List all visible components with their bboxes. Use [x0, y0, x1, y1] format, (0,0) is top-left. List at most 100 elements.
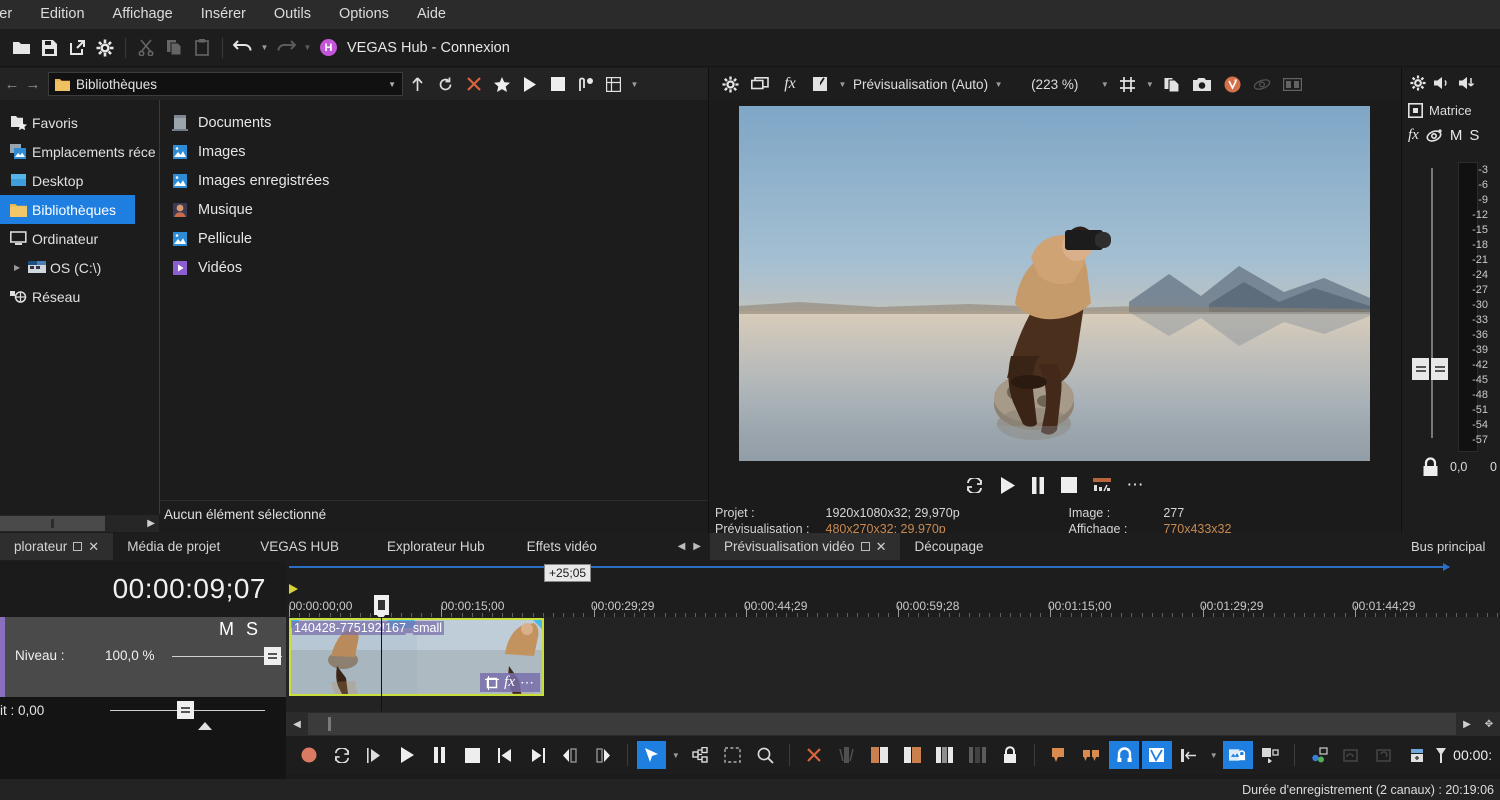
menu-item-options[interactable]: Options	[325, 0, 403, 29]
stop-icon[interactable]	[1060, 477, 1077, 493]
tree-item-favoris[interactable]: Favoris	[0, 108, 159, 137]
go-to-end-button[interactable]	[523, 741, 553, 769]
tab-effets-video[interactable]: Effets vidéo	[507, 533, 617, 560]
tab-scroll-right-icon[interactable]: ▶	[693, 541, 701, 552]
tab-explorateur[interactable]: plorateur ✕	[0, 533, 114, 560]
preview-stop-icon[interactable]	[544, 71, 571, 97]
clip-action-badge[interactable]: fx ⋯	[480, 673, 540, 692]
zoom-fit-icon[interactable]: ✥	[1478, 713, 1500, 735]
up-one-level-icon[interactable]	[404, 71, 431, 97]
pause-icon[interactable]	[1031, 476, 1045, 494]
menu-item-aide[interactable]: Aide	[403, 0, 460, 29]
normal-edit-tool-button[interactable]	[636, 741, 667, 769]
previous-frame-button[interactable]	[555, 741, 585, 769]
redo-icon[interactable]	[273, 35, 299, 61]
new-project-icon[interactable]	[8, 35, 34, 61]
undo-timeline-button[interactable]	[1337, 741, 1367, 769]
timecode-display[interactable]: 00:00:09;07	[0, 561, 286, 617]
snap-to-grid-button[interactable]	[1141, 741, 1172, 769]
close-button[interactable]	[799, 741, 829, 769]
explorer-tree-scrollbar[interactable]: ▶	[0, 515, 159, 532]
tree-item-os-c[interactable]: ▶ OS (C:\)	[0, 253, 159, 282]
menu-item-fichier[interactable]: hier	[0, 0, 26, 29]
vegas-hub-badge[interactable]: H	[320, 39, 337, 56]
open-project-icon[interactable]	[36, 35, 62, 61]
fx-icon[interactable]: fx	[1408, 127, 1419, 144]
copy-snapshot-icon[interactable]	[1158, 71, 1186, 97]
menu-item-edition[interactable]: Edition	[26, 0, 98, 29]
vegas-color-icon[interactable]	[1218, 71, 1246, 97]
tree-item-emplacements-recents[interactable]: Emplacements réce	[0, 137, 159, 166]
lock-events-button[interactable]	[963, 741, 993, 769]
color-match-button[interactable]	[1304, 741, 1334, 769]
matrix-icon[interactable]	[1408, 102, 1423, 118]
vegas-hub-label[interactable]: VEGAS Hub - Connexion	[347, 40, 510, 56]
tree-item-desktop[interactable]: Desktop	[0, 166, 159, 195]
tab-explorateur-hub[interactable]: Explorateur Hub	[365, 533, 507, 560]
selection-range-bar[interactable]	[289, 563, 1450, 571]
track-level-slider-knob[interactable]	[264, 647, 281, 665]
path-dropdown-icon[interactable]: ▼	[388, 80, 396, 89]
refresh-icon[interactable]	[432, 71, 459, 97]
redo-timeline-button[interactable]	[1370, 741, 1400, 769]
lock-fader-icon[interactable]	[1422, 457, 1439, 477]
track-solo-button[interactable]: S	[246, 619, 270, 639]
play-button[interactable]	[392, 741, 422, 769]
ripple-edit-button[interactable]	[897, 741, 927, 769]
grid-overlay-dropdown-icon[interactable]: ▼	[1143, 80, 1156, 89]
chevron-right-icon[interactable]: ▶	[14, 263, 28, 272]
fader-handle-left[interactable]	[1412, 358, 1429, 380]
file-item-musique[interactable]: Musique	[160, 195, 708, 224]
file-item-images-enregistrees[interactable]: Images enregistrées	[160, 166, 708, 195]
menu-item-outils[interactable]: Outils	[260, 0, 325, 29]
routing-icon[interactable]	[1426, 128, 1443, 143]
mute-all-icon[interactable]	[1434, 76, 1451, 90]
project-properties-icon[interactable]	[92, 35, 118, 61]
loop-playback-button[interactable]	[327, 741, 357, 769]
tree-item-ordinateur[interactable]: Ordinateur	[0, 224, 159, 253]
scrollbar-track[interactable]	[308, 713, 1456, 735]
zoom-edit-tool-button[interactable]	[751, 741, 781, 769]
scroll-left-icon[interactable]: ◀	[286, 713, 308, 735]
scrollbar-thumb[interactable]	[0, 516, 105, 531]
crop-icon[interactable]	[485, 675, 500, 690]
preview-quality-label[interactable]: Prévisualisation (Auto)	[853, 77, 988, 92]
file-item-documents[interactable]: Documents	[160, 108, 708, 137]
tab-vegas-hub[interactable]: VEGAS HUB	[234, 533, 365, 560]
timeline-track-area[interactable]: 140428-775192!167_small fx ⋯	[286, 617, 1500, 713]
add-favorite-icon[interactable]	[488, 71, 515, 97]
fx-icon[interactable]: fx	[504, 674, 515, 691]
track-header[interactable]: MS Niveau : 100,0 %	[0, 617, 286, 697]
tab-previsualisation-video[interactable]: Prévisualisation vidéo ✕	[710, 533, 901, 560]
external-monitor-icon[interactable]	[746, 71, 774, 97]
timeline-marker-icon[interactable]	[289, 584, 298, 594]
path-combobox[interactable]: Bibliothèques ▼	[48, 72, 403, 96]
auto-preview-icon[interactable]	[572, 71, 599, 97]
save-snapshot-icon[interactable]	[1188, 71, 1216, 97]
file-item-images[interactable]: Images	[160, 137, 708, 166]
regions-button[interactable]	[1077, 741, 1107, 769]
paste-icon[interactable]	[189, 35, 215, 61]
preview-zoom-dropdown-icon[interactable]: ▼	[1098, 80, 1111, 89]
tree-item-bibliotheques[interactable]: Bibliothèques	[0, 195, 135, 224]
play-from-start-button[interactable]	[359, 741, 389, 769]
lock-envelopes-button[interactable]	[930, 741, 960, 769]
tab-decoupage[interactable]: Découpage	[900, 533, 997, 560]
enable-snapping-button[interactable]	[1109, 741, 1139, 769]
tab-media-de-projet[interactable]: Média de projet	[113, 533, 234, 560]
playhead-cursor[interactable]	[374, 595, 389, 620]
more-options-icon[interactable]: ⋯	[1127, 476, 1146, 493]
scroll-right-icon[interactable]: ▶	[1456, 713, 1478, 735]
group-events-button[interactable]	[1256, 741, 1286, 769]
track-mute-solo-buttons[interactable]: MS	[219, 619, 270, 640]
preview-render-icon[interactable]	[1092, 477, 1111, 493]
fx-icon[interactable]: fx	[776, 71, 804, 97]
menu-item-affichage[interactable]: Affichage	[99, 0, 187, 29]
stop-button[interactable]	[457, 741, 487, 769]
scripting-icon[interactable]	[1248, 71, 1276, 97]
file-item-videos[interactable]: Vidéos	[160, 253, 708, 282]
scrollbar-thumb[interactable]	[328, 717, 331, 731]
markers-button[interactable]	[1044, 741, 1074, 769]
more-icon[interactable]: ⋯	[520, 674, 535, 691]
preview-quality-caret-icon[interactable]: ▼	[992, 80, 1005, 89]
